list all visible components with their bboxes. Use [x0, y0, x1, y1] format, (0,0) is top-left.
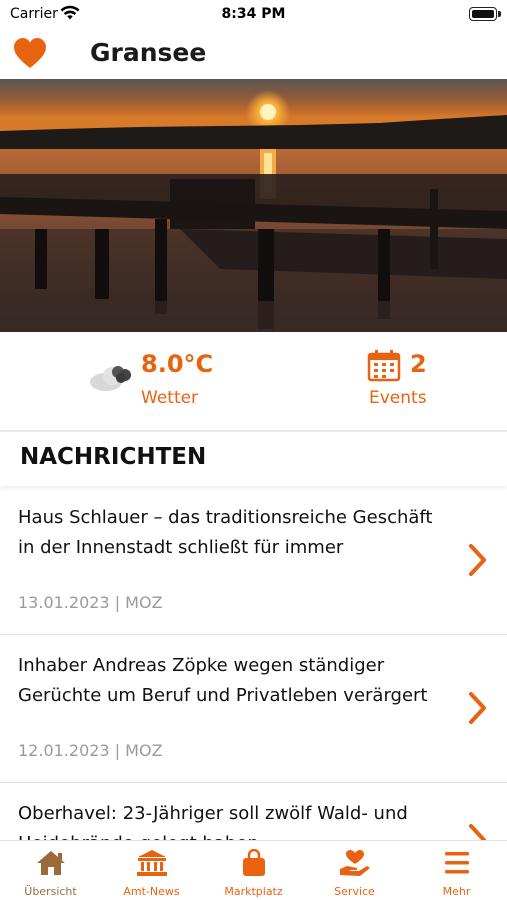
sunset-photo [0, 79, 507, 332]
news-heading: NACHRICHTEN [20, 444, 207, 470]
hero-image [0, 79, 507, 332]
news-item[interactable]: Haus Schlauer – das traditionsreiche Ges… [0, 487, 507, 635]
news-item[interactable]: Oberhavel: 23-Jähriger soll zwölf Wald- … [0, 783, 507, 840]
menu-icon [445, 852, 469, 874]
news-title: Oberhavel: 23-Jähriger soll zwölf Wald- … [18, 803, 408, 840]
tab-amt-news[interactable]: Amt-News [101, 841, 202, 900]
tab-marktplatz[interactable]: Marktplatz [203, 841, 304, 900]
weather-temperature: 8.0°C [141, 350, 214, 378]
news-title: Haus Schlauer – das traditionsreiche Ges… [18, 507, 433, 558]
news-meta: 13.01.2023 | MOZ [18, 593, 163, 612]
chevron-right-icon [469, 544, 486, 576]
battery-icon [469, 7, 501, 21]
building-icon [137, 850, 167, 876]
info-strip: 8.0°C Wetter 2 Events [0, 332, 507, 430]
tab-label: Service [334, 885, 375, 898]
tab-label: Übersicht [24, 885, 77, 898]
weather-widget[interactable]: 8.0°C Wetter [88, 350, 238, 412]
news-list: Haus Schlauer – das traditionsreiche Ges… [0, 487, 507, 840]
tab-uebersicht[interactable]: Übersicht [0, 841, 101, 900]
tab-label: Mehr [442, 885, 471, 898]
tab-service[interactable]: Service [304, 841, 405, 900]
events-widget[interactable]: 2 Events [367, 350, 467, 412]
calendar-icon [367, 350, 401, 382]
status-bar: Carrier 8:34 PM [0, 0, 507, 30]
chevron-right-icon [469, 824, 486, 840]
cloud-icon [90, 366, 131, 391]
tab-label: Amt-News [123, 885, 180, 898]
page-title: Gransee [90, 38, 207, 67]
heart-icon[interactable] [12, 36, 48, 70]
home-icon [37, 851, 65, 875]
events-label: Events [369, 388, 427, 408]
chevron-right-icon [469, 692, 486, 724]
weather-label: Wetter [141, 388, 199, 408]
shopping-bag-icon [243, 849, 265, 876]
events-count: 2 [410, 350, 427, 378]
tab-label: Marktplatz [224, 885, 283, 898]
news-meta: 12.01.2023 | MOZ [18, 741, 163, 760]
app-header: Gransee [0, 30, 507, 78]
status-time: 8:34 PM [221, 6, 286, 22]
hand-heart-icon [340, 850, 370, 876]
tab-mehr[interactable]: Mehr [406, 841, 507, 900]
news-section-header: NACHRICHTEN [0, 432, 507, 486]
news-item[interactable]: Inhaber Andreas Zöpke wegen ständiger Ge… [0, 635, 507, 783]
news-title: Inhaber Andreas Zöpke wegen ständiger Ge… [18, 655, 428, 706]
tab-bar: Übersicht Amt-News Marktplatz Service Me… [0, 840, 507, 900]
